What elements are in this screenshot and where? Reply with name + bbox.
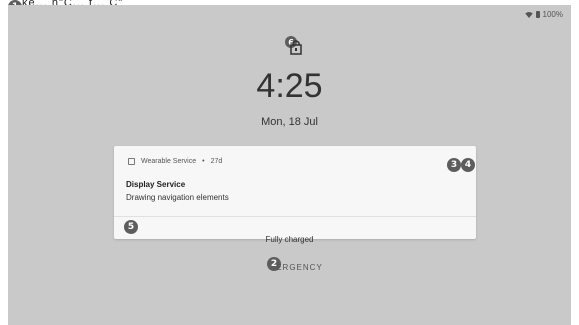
status-bar: 100% bbox=[524, 10, 563, 19]
emergency-button[interactable]: ERGENCY bbox=[8, 263, 571, 272]
clock-time: 4:25 bbox=[256, 67, 323, 105]
emergency-label: ERGENCY bbox=[276, 263, 323, 272]
notification-card[interactable]: Wearable Service • 27d 3 4 Display Servi… bbox=[114, 146, 476, 239]
notification-title: Display Service bbox=[126, 180, 186, 189]
app-icon bbox=[128, 158, 135, 165]
notification-app: Wearable Service bbox=[141, 158, 197, 165]
clock-date: Mon, 18 Jul bbox=[261, 116, 318, 128]
lock-icon bbox=[290, 40, 302, 55]
notification-header: Wearable Service • 27d bbox=[128, 158, 222, 165]
notification-dot: • bbox=[202, 158, 205, 165]
marker-5: 5 bbox=[124, 220, 138, 234]
charging-status: Fully charged bbox=[265, 235, 314, 244]
marker-3: 3 bbox=[447, 158, 461, 172]
battery-icon bbox=[535, 11, 540, 18]
lock-screen: 100% 6 4:25 Mon, 18 Jul Wearable Service… bbox=[8, 5, 571, 325]
wifi-icon bbox=[524, 11, 533, 18]
notification-body: Drawing navigation elements bbox=[126, 193, 229, 202]
battery-percentage: 100% bbox=[542, 10, 563, 19]
marker-4: 4 bbox=[461, 158, 475, 172]
notification-divider bbox=[114, 216, 476, 217]
notification-age: 27d bbox=[210, 158, 223, 165]
